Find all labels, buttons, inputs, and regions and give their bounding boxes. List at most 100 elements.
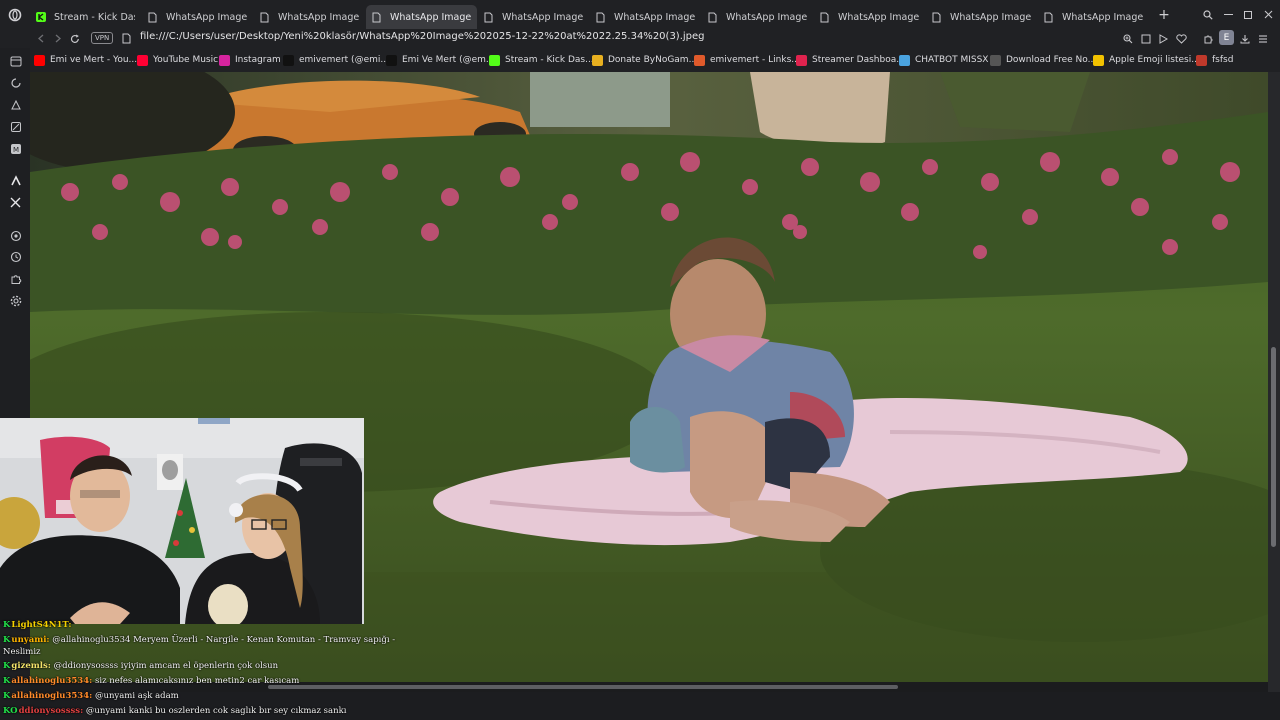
globe-icon [1196,54,1207,66]
kick-sidebar-icon[interactable] [9,174,22,187]
aria-icon[interactable] [9,76,22,89]
tab[interactable]: Stream - Kick Dashb [30,5,141,29]
tab[interactable]: WhatsApp Image 20 [478,5,589,29]
vpn-badge[interactable]: VPN [91,32,114,44]
bookmark-item[interactable]: emivemert (@emi... [283,53,389,67]
chat-message: Kgizemls: @ddionysossss iyiyim amcam el … [3,661,278,672]
bookmark-item[interactable]: Instagram [219,53,281,67]
chat-message: KOddionysossss: @unyami kanki bu oszlerd… [3,706,346,717]
chat-badge: K [3,661,11,671]
linktree-icon [694,54,705,66]
tab[interactable]: WhatsApp Image 20 [814,5,925,29]
tab-label: WhatsApp Image 20 [1062,11,1143,23]
play-icon[interactable] [1157,32,1170,45]
chat-username: unyami: [11,635,50,645]
document-icon [932,12,942,23]
x-icon[interactable] [9,196,22,209]
bookmark-label: fsfsd [1212,55,1234,65]
workspaces-icon[interactable] [9,120,22,133]
chat-text: @ddionysossss iyiyim amcam el öpenlerin … [53,661,279,671]
bookmark-item[interactable]: fsfsd [1196,53,1233,67]
bookmark-label: YouTube Music [153,55,219,65]
messenger-icon[interactable]: M [9,142,22,155]
chat-message: Neslimiz [3,647,41,658]
opera-menu-icon[interactable] [0,0,30,29]
search-icon[interactable] [1200,7,1216,23]
bookmark-item[interactable]: Apple Emoji listesi... [1093,53,1200,67]
snapshot-icon[interactable] [1139,32,1152,45]
tab-label: WhatsApp Image 20 [166,11,247,23]
forward-icon[interactable] [51,32,64,45]
bookmark-item[interactable]: Emi Ve Mert (@em... [386,53,494,67]
tab[interactable]: WhatsApp Image 20 [142,5,253,29]
bookmark-label: CHATBOT MISSX [915,55,989,65]
bookmarks-bar: Emi ve Mert - You... YouTube Music Instagr… [0,48,1280,72]
emoji-icon [1093,54,1104,66]
minimize-icon[interactable] [1218,7,1238,23]
document-icon [820,12,830,23]
tab-label: WhatsApp Image 20 [726,11,807,23]
document-icon [484,12,494,23]
instagram-icon [219,54,230,66]
tab-strip: Stream - Kick Dashb WhatsApp Image 20 What… [0,0,1280,29]
page-info-icon[interactable] [120,32,133,45]
chat-username: ddionysossss: [18,706,84,716]
tab[interactable]: WhatsApp Image 2025- [366,5,477,29]
maximize-icon[interactable] [1238,7,1258,23]
streamer-icon [796,54,807,66]
tab[interactable]: WhatsApp Image 20 [1038,5,1149,29]
history-icon[interactable] [9,250,22,263]
bookmark-item[interactable]: CHATBOT MISSX [899,53,988,67]
bookmark-item[interactable]: YouTube Music [137,53,218,67]
bookmark-item[interactable]: Streamer Dashboa... [796,53,905,67]
bookmark-item[interactable]: Donate ByNoGam... [592,53,697,67]
document-icon [596,12,606,23]
extensions-icon[interactable] [1201,32,1214,45]
close-icon[interactable] [1258,7,1278,23]
tab-label: WhatsApp Image 20 [614,11,695,23]
download-icon[interactable] [1238,32,1251,45]
chat-text: Neslimiz [3,647,41,657]
bookmark-label: Emi Ve Mert (@em... [402,55,495,65]
bookmark-item[interactable]: Download Free No... [990,53,1096,67]
zoom-icon[interactable] [1121,32,1134,45]
tab[interactable]: WhatsApp Image 20 [702,5,813,29]
new-tab-button[interactable]: + [1154,5,1174,25]
x-icon [386,54,397,66]
bookmark-label: Download Free No... [1006,55,1097,65]
speed-dial-icon[interactable] [9,55,22,68]
reload-icon[interactable] [68,32,81,45]
bookmark-item[interactable]: Emi ve Mert - You... [34,53,137,67]
tab-label: Stream - Kick Dashb [54,11,135,23]
window-controls [1200,0,1278,29]
profile-avatar[interactable]: E [1219,30,1234,45]
vpn-sidebar-icon[interactable] [9,229,22,242]
chat-message: Kunyami: @allahinoglu3534 Meryem Üzerli … [3,635,395,646]
chat-username: allahinoglu3534: [11,676,93,686]
chat-message: Kallahinoglu3534: @unyami aşk adam [3,691,179,702]
webcam-overlay [0,418,364,624]
tab-label: WhatsApp Image 20 [278,11,359,23]
bookmark-label: Stream - Kick Das... [505,55,594,65]
tab-label: WhatsApp Image 20 [502,11,583,23]
heart-icon[interactable] [1175,32,1188,45]
easy-setup-icon[interactable] [1256,32,1269,45]
tab[interactable]: WhatsApp Image 20 [926,5,1037,29]
chat-username: allahinoglu3534: [11,691,93,701]
chat-text: @allahinoglu3534 Meryem Üzerli - Nargile… [52,635,396,645]
vertical-scrollbar-thumb[interactable] [1271,347,1276,547]
back-icon[interactable] [34,32,47,45]
chat-text: @unyami kanki bu oszlerden cok saglık bı… [85,706,347,716]
vertical-scrollbar[interactable] [1268,72,1280,692]
chat-badge: K [3,635,11,645]
bookmark-item[interactable]: Stream - Kick Das... [489,53,594,67]
settings-icon[interactable] [9,294,22,307]
bookmark-item[interactable]: emivemert - Links... [694,53,800,67]
url-field[interactable]: file:///C:/Users/user/Desktop/Yeni%20kla… [140,31,705,42]
tab[interactable]: WhatsApp Image 20 [254,5,365,29]
extensions-sidebar-icon[interactable] [9,272,22,285]
chatbot-icon [899,54,910,66]
tab-label: WhatsApp Image 20 [950,11,1031,23]
tab[interactable]: WhatsApp Image 20 [590,5,701,29]
ai-tools-icon[interactable] [9,98,22,111]
